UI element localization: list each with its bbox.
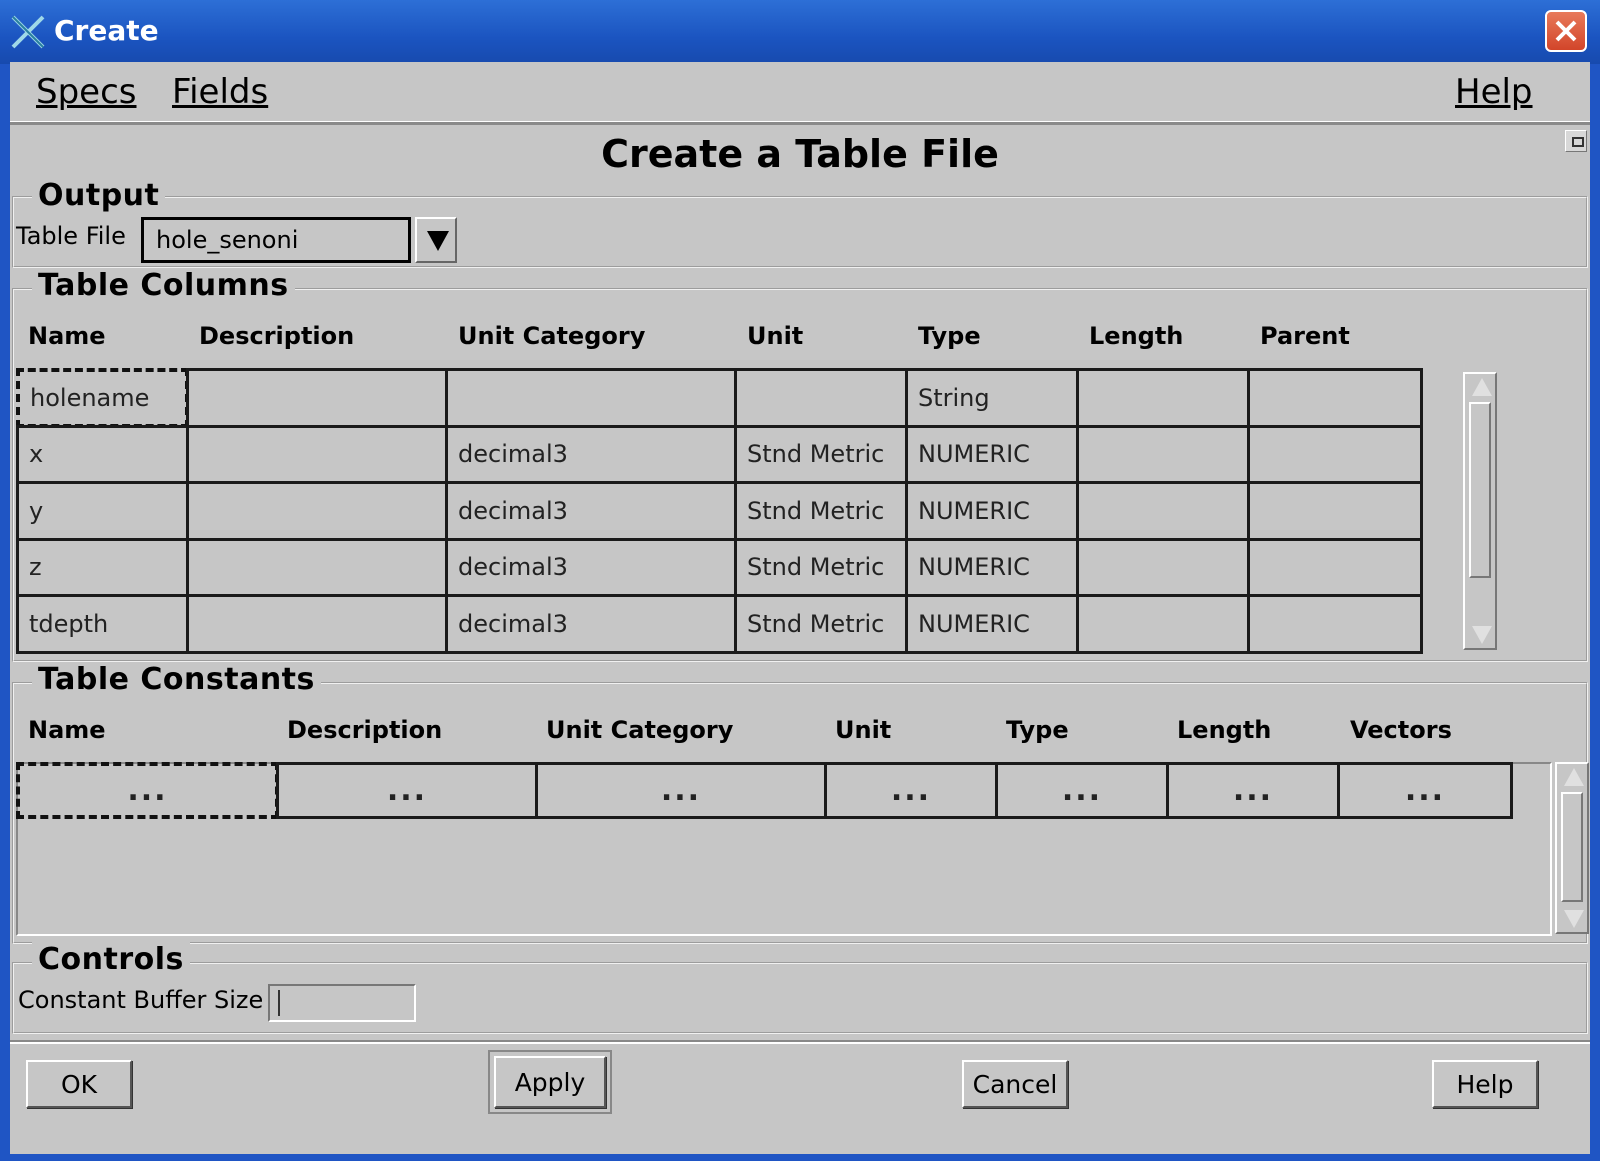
detach-icon[interactable] (1565, 130, 1587, 152)
table-cell[interactable] (1076, 368, 1250, 428)
scroll-thumb[interactable] (1561, 792, 1583, 902)
column-header: Name (28, 322, 106, 350)
column-header: Length (1089, 322, 1184, 350)
table-cell[interactable]: ... (1337, 762, 1513, 819)
constant-buffer-size-input[interactable] (268, 984, 416, 1022)
scroll-down-icon[interactable] (1472, 626, 1492, 644)
table-cell[interactable]: x (16, 424, 189, 484)
table-cell[interactable]: Stnd Metric (734, 481, 908, 541)
table-cell[interactable] (1076, 481, 1250, 541)
table-cell[interactable] (1247, 424, 1423, 484)
scroll-up-icon[interactable] (1472, 378, 1492, 396)
help-button[interactable]: Help (1432, 1060, 1538, 1108)
table-cell[interactable]: decimal3 (445, 481, 737, 541)
table-cell[interactable] (186, 481, 448, 541)
dialog-body: Specs Fields Help Create a Table File Ou… (10, 62, 1590, 1154)
column-header: Parent (1260, 322, 1350, 350)
scroll-down-icon[interactable] (1564, 910, 1584, 928)
table-cell[interactable] (186, 594, 448, 654)
table-cell[interactable]: ... (16, 762, 279, 819)
table-cell[interactable] (186, 537, 448, 597)
column-header: Description (287, 716, 443, 744)
table-cell[interactable]: y (16, 481, 189, 541)
table-cell[interactable]: ... (824, 762, 998, 819)
table-cell[interactable]: Stnd Metric (734, 537, 908, 597)
table-file-dropdown-button[interactable] (415, 217, 457, 263)
table-cell[interactable]: z (16, 537, 189, 597)
table-cell[interactable]: tdepth (16, 594, 189, 654)
table-constants-scrollbar[interactable] (1555, 762, 1589, 934)
table-cell[interactable]: NUMERIC (905, 481, 1079, 541)
column-header: Name (28, 716, 106, 744)
column-header: Unit (835, 716, 892, 744)
menu-help[interactable]: Help (1455, 72, 1533, 112)
controls-group-label: Controls (32, 942, 190, 977)
column-header: Type (1006, 716, 1069, 744)
table-cell[interactable]: NUMERIC (905, 424, 1079, 484)
table-cell[interactable] (1076, 537, 1250, 597)
table-cell[interactable] (186, 424, 448, 484)
ok-button[interactable]: OK (26, 1060, 132, 1108)
table-cell[interactable]: holename (16, 368, 189, 428)
table-cell[interactable]: Stnd Metric (734, 424, 908, 484)
dropdown-arrow-icon (427, 231, 449, 251)
button-separator (10, 1040, 1590, 1044)
column-header: Unit Category (546, 716, 734, 744)
close-button[interactable] (1545, 10, 1587, 52)
column-header: Length (1177, 716, 1272, 744)
table-cell[interactable] (1076, 424, 1250, 484)
table-cell[interactable] (445, 368, 737, 428)
table-cell[interactable]: decimal3 (445, 594, 737, 654)
apply-button[interactable]: Apply (488, 1050, 612, 1114)
table-file-label: Table File (16, 222, 126, 250)
menu-specs[interactable]: Specs (36, 72, 137, 112)
table-cell[interactable]: NUMERIC (905, 594, 1079, 654)
create-dialog-window: Create Specs Fields Help Create a Table … (0, 0, 1600, 1161)
text-cursor-icon (278, 990, 280, 1016)
table-columns-scrollbar[interactable] (1463, 372, 1497, 650)
table-cell[interactable] (1247, 481, 1423, 541)
table-cell[interactable]: ... (276, 762, 538, 819)
table-cell[interactable]: Stnd Metric (734, 594, 908, 654)
table-cell[interactable] (734, 368, 908, 428)
table-cell[interactable] (1247, 368, 1423, 428)
table-cell[interactable] (1247, 594, 1423, 654)
column-header: Vectors (1350, 716, 1452, 744)
window-title: Create (54, 14, 159, 47)
table-cell[interactable]: ... (1166, 762, 1340, 819)
scroll-up-icon[interactable] (1564, 768, 1584, 786)
close-icon (1555, 20, 1577, 42)
table-cell[interactable] (1076, 594, 1250, 654)
column-header: Unit Category (458, 322, 646, 350)
column-header: Type (918, 322, 981, 350)
x-logo-icon (11, 15, 45, 49)
column-header: Unit (747, 322, 804, 350)
output-group-label: Output (32, 178, 166, 213)
constant-buffer-size-label: Constant Buffer Size (18, 986, 264, 1014)
table-cell[interactable] (186, 368, 448, 428)
table-cell[interactable]: ... (535, 762, 827, 819)
menu-bar: Specs Fields Help (10, 62, 1590, 125)
column-header: Description (199, 322, 355, 350)
table-constants-group-label: Table Constants (32, 662, 321, 697)
table-cell[interactable]: String (905, 368, 1079, 428)
scroll-thumb[interactable] (1469, 402, 1491, 578)
table-cell[interactable] (1247, 537, 1423, 597)
title-bar[interactable]: Create (0, 0, 1600, 64)
menu-fields[interactable]: Fields (172, 72, 268, 112)
table-cell[interactable]: NUMERIC (905, 537, 1079, 597)
table-cell[interactable]: decimal3 (445, 424, 737, 484)
page-title: Create a Table File (601, 132, 999, 176)
table-file-input[interactable]: hole_senoni (141, 217, 411, 263)
table-cell[interactable]: ... (995, 762, 1169, 819)
table-cell[interactable]: decimal3 (445, 537, 737, 597)
table-columns-group-label: Table Columns (32, 268, 295, 303)
cancel-button[interactable]: Cancel (962, 1060, 1068, 1108)
